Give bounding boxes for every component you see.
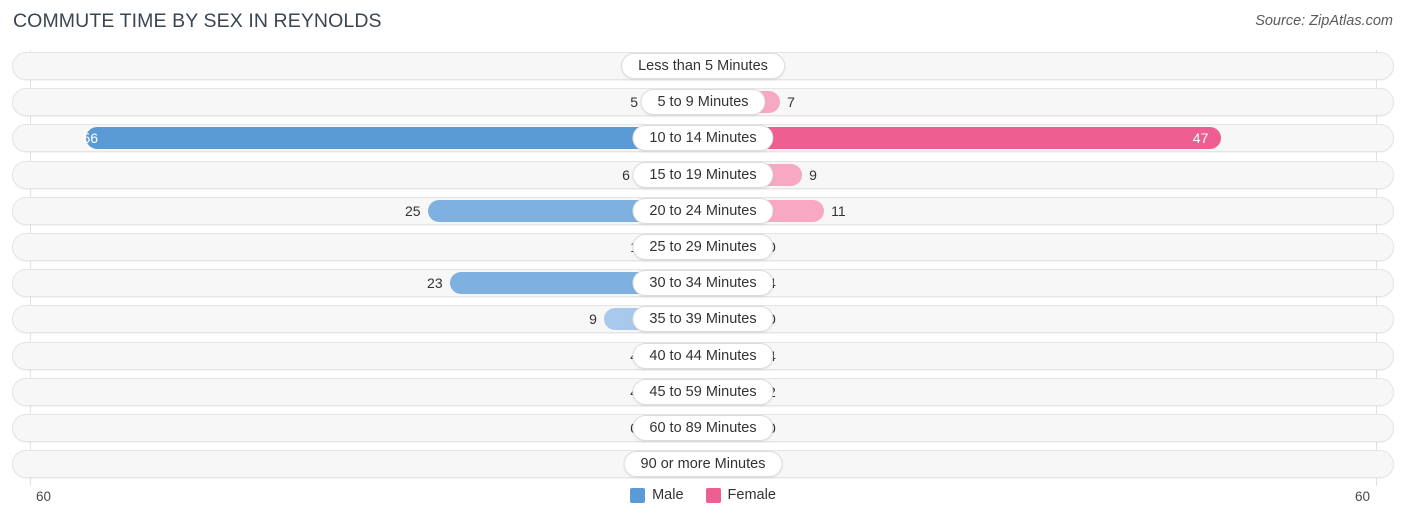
table-row[interactable]: 5 7 5 to 9 Minutes bbox=[12, 88, 1394, 117]
bar-value-male: 5 bbox=[630, 94, 638, 111]
table-row[interactable]: 23430 to 34 Minutes bbox=[12, 269, 1394, 298]
table-row[interactable]: 55Less than 5 Minutes bbox=[12, 52, 1394, 80]
bar-value-female: 47 bbox=[1192, 130, 1209, 147]
bar-female[interactable] bbox=[703, 127, 1221, 150]
category-label: 20 to 24 Minutes bbox=[632, 197, 774, 224]
page-title: COMMUTE TIME BY SEX IN REYNOLDS bbox=[13, 10, 382, 32]
table-row[interactable]: 56 47 10 to 14 Minutes bbox=[12, 124, 1394, 153]
table-row[interactable]: 6 9 15 to 19 Minutes bbox=[12, 160, 1394, 189]
category-label: 60 to 89 Minutes bbox=[632, 415, 774, 441]
table-row[interactable]: 25 11 20 to 24 Minutes bbox=[12, 196, 1394, 225]
category-label: 25 to 29 Minutes bbox=[632, 234, 774, 260]
source-attribution: Source: ZipAtlas.com bbox=[1255, 13, 1393, 29]
table-row[interactable]: 0060 to 89 Minutes bbox=[12, 414, 1394, 442]
bar-value-male: 23 bbox=[427, 275, 443, 292]
legend-label: Female bbox=[727, 487, 776, 503]
category-label: 30 to 34 Minutes bbox=[632, 270, 774, 297]
table-row[interactable]: 0090 or more Minutes bbox=[12, 450, 1394, 479]
bar-value-male: 6 bbox=[622, 166, 630, 183]
category-label: 10 to 14 Minutes bbox=[632, 125, 774, 152]
category-label: 90 or more Minutes bbox=[623, 451, 783, 478]
bar-value-female: 11 bbox=[831, 202, 846, 219]
category-label: Less than 5 Minutes bbox=[621, 53, 785, 79]
bar-value-male: 56 bbox=[82, 130, 99, 147]
legend-label: Male bbox=[652, 487, 684, 503]
legend-swatch-icon bbox=[630, 487, 646, 503]
plot-area: 55Less than 5 Minutes 5 7 5 to 9 Minutes 56 4… bbox=[0, 50, 1406, 486]
legend-item-female[interactable]: Female bbox=[705, 487, 776, 503]
bar-value-female: 9 bbox=[809, 166, 817, 183]
category-label: 35 to 39 Minutes bbox=[632, 306, 774, 333]
legend-item-male[interactable]: Male bbox=[630, 487, 684, 503]
chart-container: COMMUTE TIME BY SEX IN REYNOLDS Source: … bbox=[0, 0, 1406, 523]
bar-male[interactable] bbox=[86, 127, 703, 150]
chart-legend: Male Female bbox=[0, 487, 1406, 503]
category-label: 15 to 19 Minutes bbox=[632, 161, 774, 188]
table-row[interactable]: 1025 to 29 Minutes bbox=[12, 233, 1394, 261]
category-label: 45 to 59 Minutes bbox=[632, 378, 774, 405]
bar-value-female: 7 bbox=[787, 94, 795, 111]
legend-swatch-icon bbox=[705, 487, 721, 503]
table-row[interactable]: 4245 to 59 Minutes bbox=[12, 377, 1394, 406]
bar-value-male: 25 bbox=[405, 202, 421, 219]
table-row[interactable]: 4440 to 44 Minutes bbox=[12, 341, 1394, 370]
bar-value-male: 9 bbox=[589, 311, 597, 328]
category-label: 5 to 9 Minutes bbox=[640, 89, 766, 116]
table-row[interactable]: 9035 to 39 Minutes bbox=[12, 305, 1394, 334]
category-label: 40 to 44 Minutes bbox=[632, 342, 774, 369]
